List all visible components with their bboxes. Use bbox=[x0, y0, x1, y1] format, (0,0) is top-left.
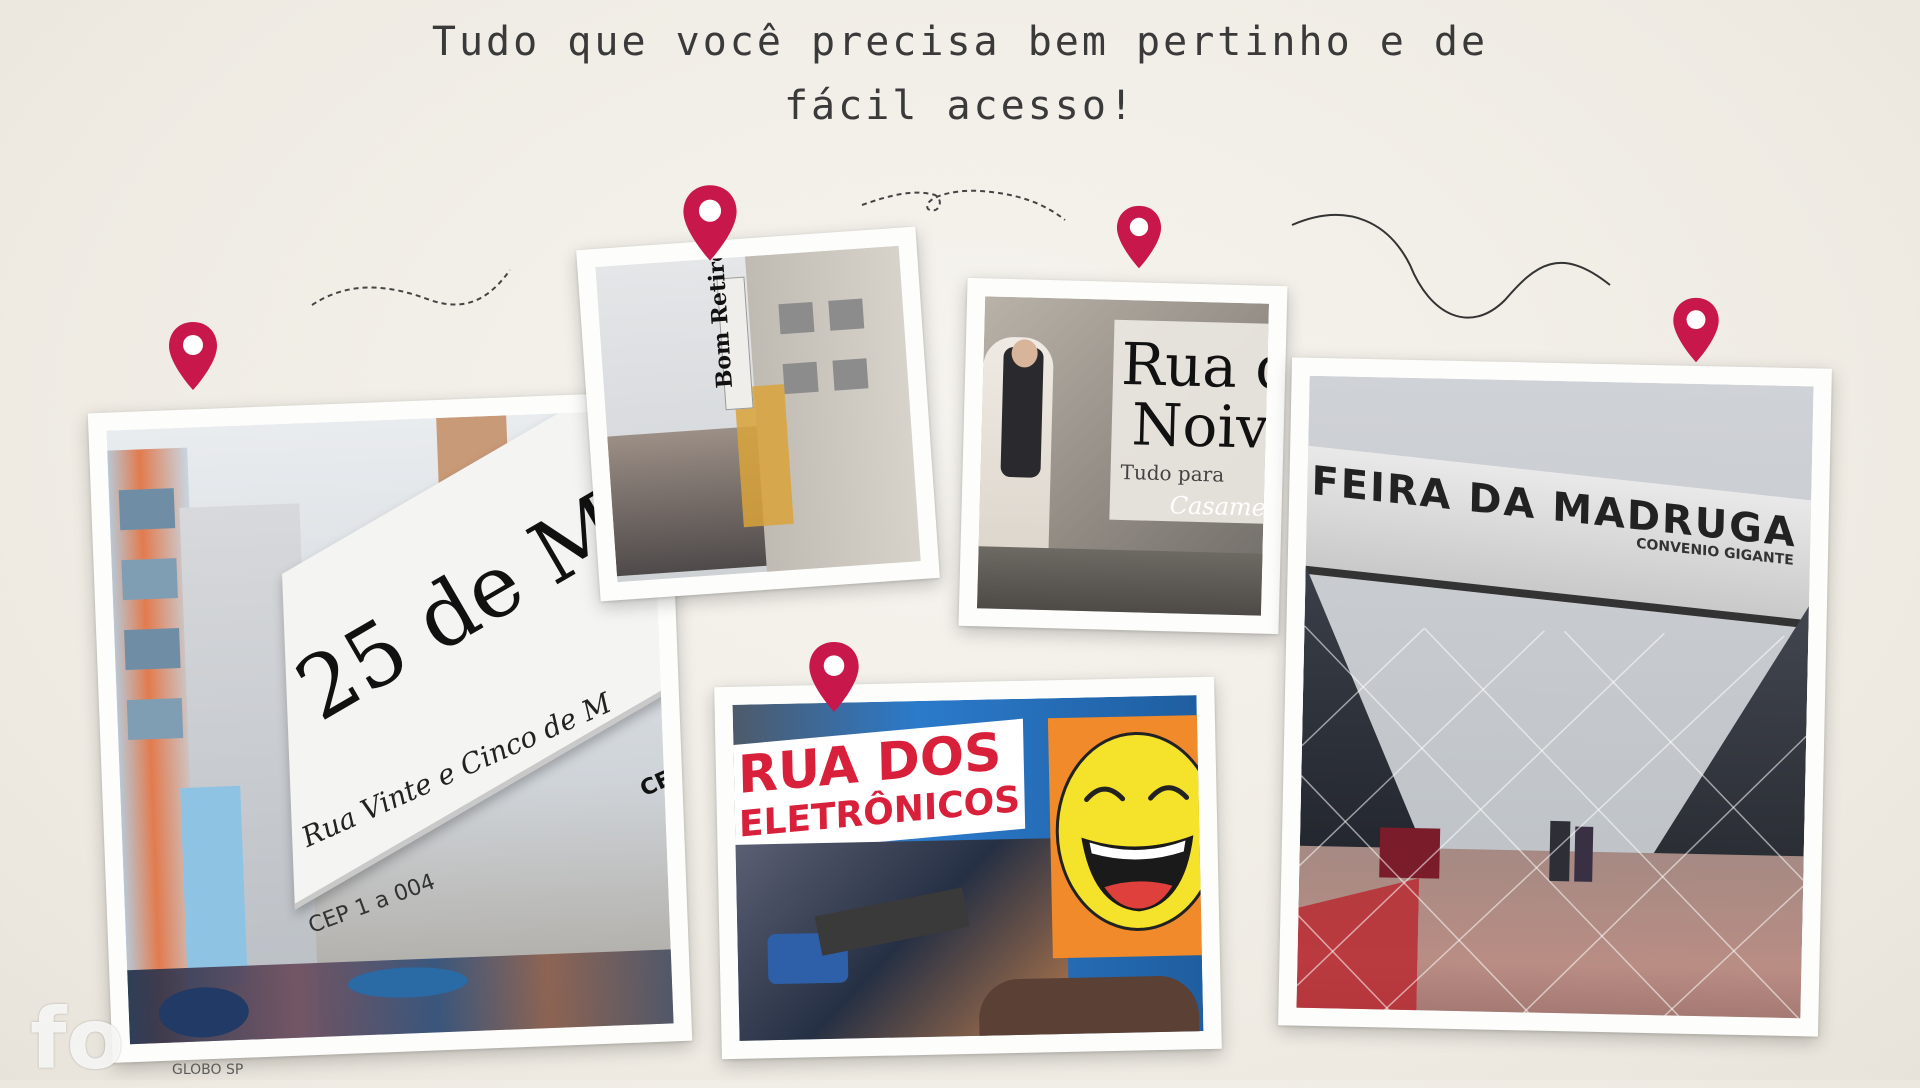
wavy-line-right bbox=[1291, 214, 1611, 319]
noivas-subtitle: Tudo para bbox=[1120, 459, 1225, 487]
fence-overlay bbox=[1296, 625, 1807, 1019]
dashed-path-top bbox=[861, 189, 1066, 221]
tv-watermark-caption: GLOBO SP bbox=[172, 1062, 244, 1078]
headline-line-1: Tudo que você precisa bem pertinho e de bbox=[431, 19, 1489, 65]
headline-line-2: fácil acesso! bbox=[783, 83, 1137, 129]
smiley-face-icon bbox=[1055, 731, 1204, 931]
headline: Tudo que você precisa bem pertinho e de … bbox=[0, 10, 1920, 138]
photo-feira-da-madruga: FEIRA DA MADRUGA CONVENIO GIGANTE bbox=[1278, 357, 1832, 1037]
location-pin-icon bbox=[1673, 297, 1719, 363]
tv-watermark: fo bbox=[30, 990, 125, 1088]
location-pin-icon bbox=[169, 322, 217, 390]
photo-rua-dos-eletronicos: RUA DOS ELETRÔNICOS bbox=[714, 676, 1222, 1060]
noivas-script: Casamento bbox=[1169, 491, 1270, 523]
noivas-title-line-2: Noiv bbox=[1130, 390, 1270, 462]
photo-bom-retiro: Bom Retiro bbox=[576, 226, 940, 602]
location-pin-icon bbox=[1116, 205, 1162, 269]
photo-rua-das-noivas: Rua d Noiv Tudo para Casamento bbox=[958, 277, 1288, 635]
location-pin-icon bbox=[683, 185, 737, 261]
location-pin-icon bbox=[809, 642, 859, 712]
dashed-path-left bbox=[311, 269, 511, 306]
